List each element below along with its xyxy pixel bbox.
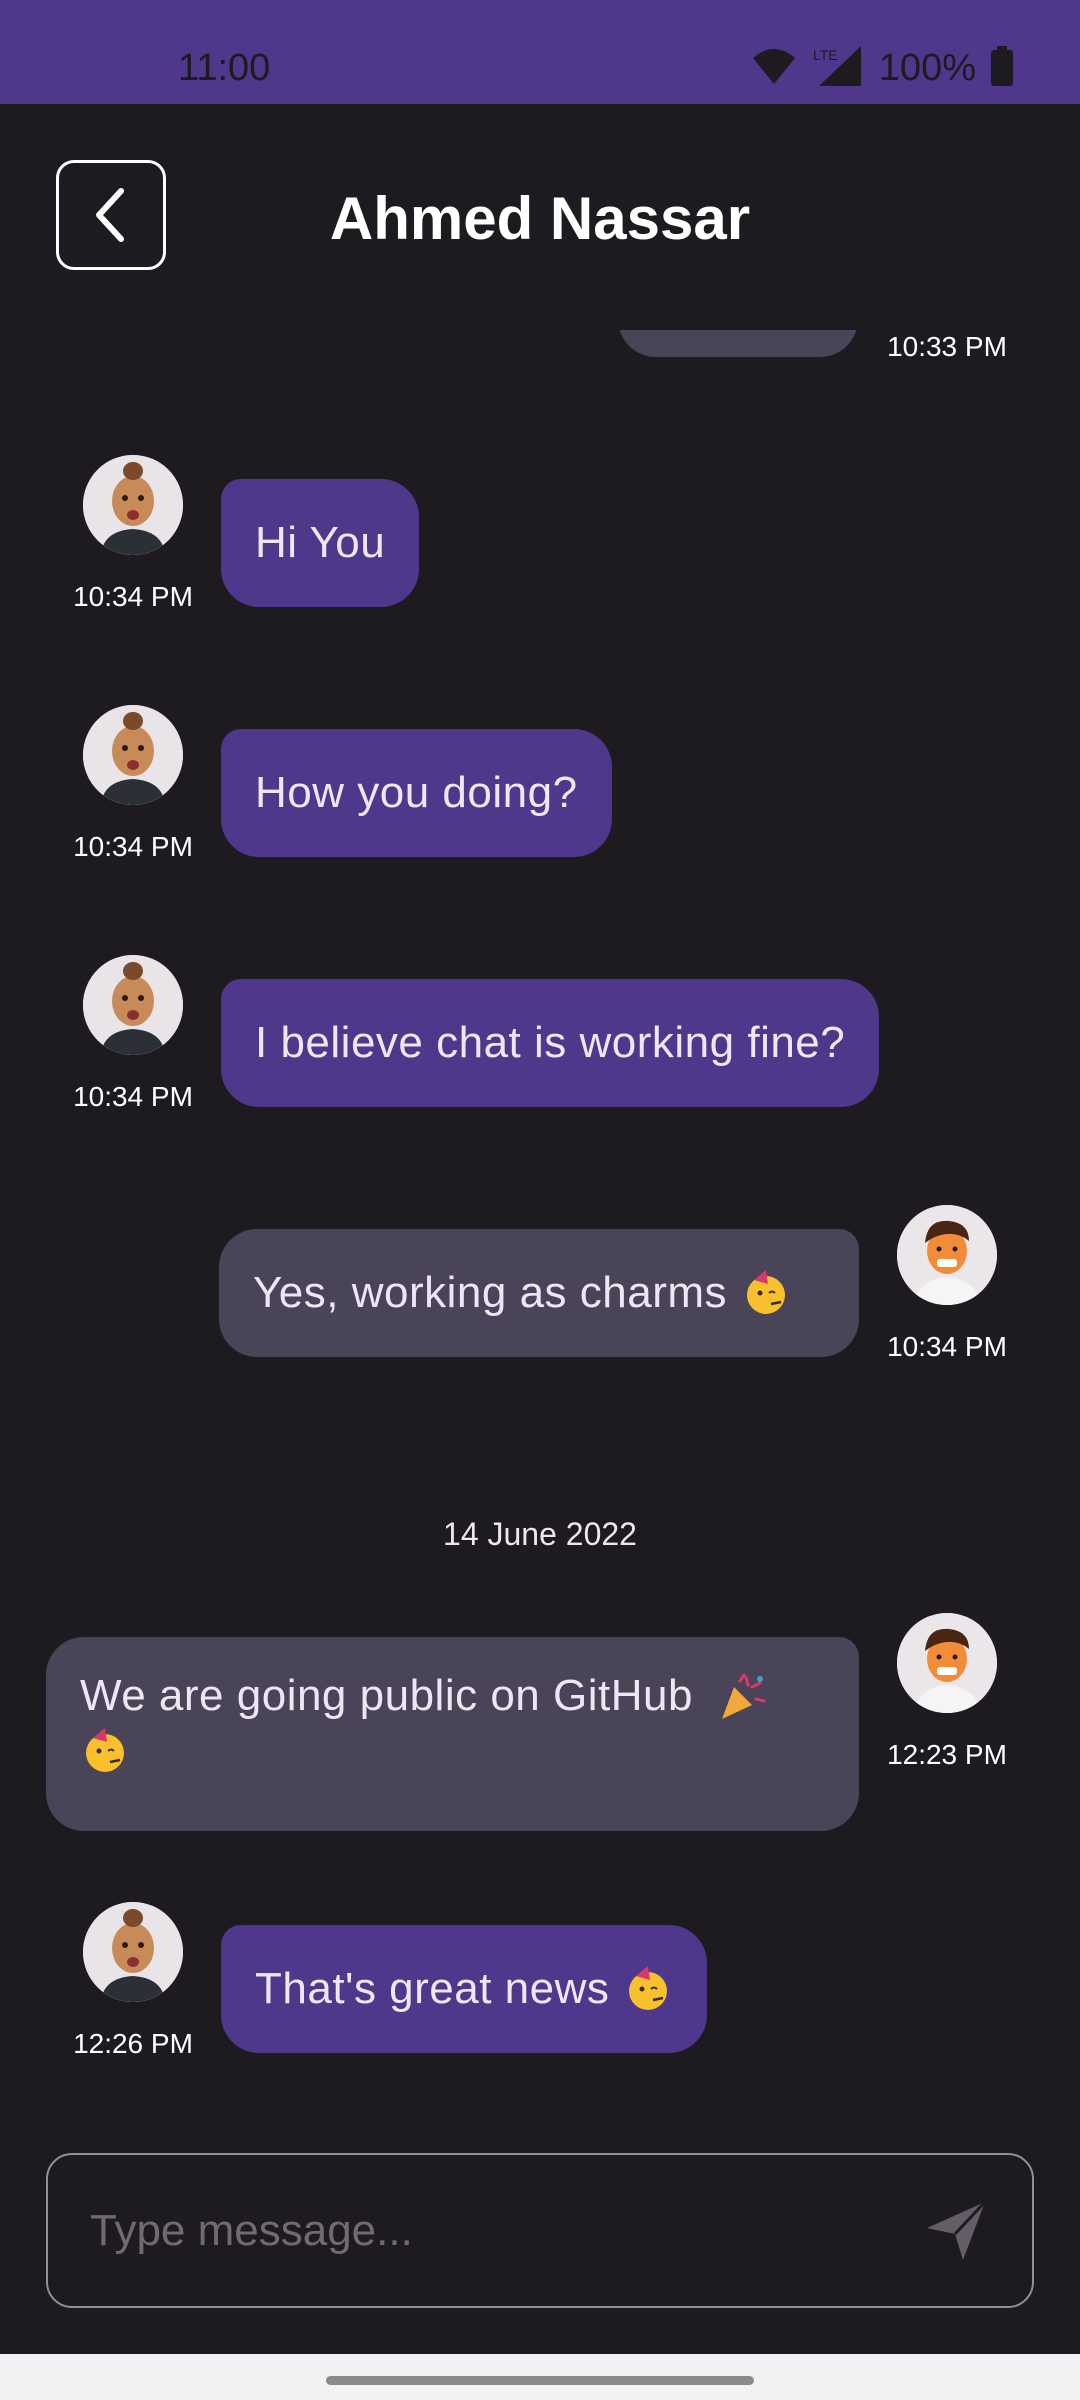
date-separator: 14 June 2022 <box>443 1516 637 1552</box>
partying-face-emoji <box>747 1270 786 1314</box>
partying-face-emoji <box>629 1966 668 2010</box>
send-icon <box>927 2200 987 2260</box>
message-text: Hi You <box>255 518 386 567</box>
send-button[interactable] <box>920 2195 992 2267</box>
message-text: I believe chat is working fine? <box>255 1018 846 1067</box>
message-bubble-outgoing[interactable] <box>618 330 858 357</box>
message-bubble-incoming[interactable]: I believe chat is working fine? <box>221 979 880 1107</box>
message-text: We are going public on GitHub <box>80 1671 693 1720</box>
wifi-icon <box>751 46 797 91</box>
message-bubble-incoming[interactable]: That's great news <box>221 1925 708 2053</box>
avatar-me <box>897 1613 997 1713</box>
message-bubble-outgoing[interactable]: We are going public on GitHub <box>46 1637 859 1831</box>
message-input[interactable] <box>90 2155 910 2306</box>
back-button[interactable] <box>56 160 166 270</box>
status-icons: LTE 100% <box>751 44 1014 92</box>
avatar-ahmed <box>83 705 183 805</box>
avatar-ahmed <box>83 955 183 1055</box>
message-time: 12:26 PM <box>73 2028 193 2059</box>
chevron-left-icon <box>96 188 124 242</box>
chat-title: Ahmed Nassar <box>329 185 751 252</box>
battery-icon <box>990 45 1014 91</box>
message-time: 10:34 PM <box>73 831 193 862</box>
message-time: 10:33 PM <box>887 331 1007 362</box>
avatar-me <box>897 1205 997 1305</box>
message-time: 10:34 PM <box>887 1331 1007 1362</box>
message-text: That's great news <box>255 1964 610 2013</box>
signal-icon: LTE <box>811 44 865 93</box>
system-nav-bar <box>0 2354 1080 2400</box>
message-list[interactable]: 10:33 PM 10:34 PM Hi You 10:34 PM How yo… <box>0 330 1080 2120</box>
message-bubble-outgoing[interactable]: Yes, working as charms <box>219 1229 859 1357</box>
message-bubble-incoming[interactable]: Hi You <box>221 479 420 607</box>
message-time: 12:23 PM <box>887 1739 1007 1770</box>
home-handle[interactable] <box>326 2376 754 2385</box>
message-time: 10:34 PM <box>73 581 193 612</box>
network-label: LTE <box>813 47 838 63</box>
partying-face-emoji <box>86 1727 124 1772</box>
battery-percent: 100% <box>878 47 976 89</box>
app-bar: Ahmed Nassar <box>0 104 1080 330</box>
avatar-ahmed <box>83 1902 183 2002</box>
message-composer <box>46 2153 1034 2308</box>
avatar-ahmed <box>83 455 183 555</box>
message-text: Yes, working as charms <box>253 1268 728 1317</box>
message-text: How you doing? <box>255 768 578 817</box>
status-bar: 11:00 LTE 100% <box>0 0 1080 104</box>
status-time: 11:00 <box>178 47 271 89</box>
party-popper-emoji <box>721 1673 766 1720</box>
message-bubble-incoming[interactable]: How you doing? <box>221 729 612 857</box>
message-time: 10:34 PM <box>73 1081 193 1112</box>
